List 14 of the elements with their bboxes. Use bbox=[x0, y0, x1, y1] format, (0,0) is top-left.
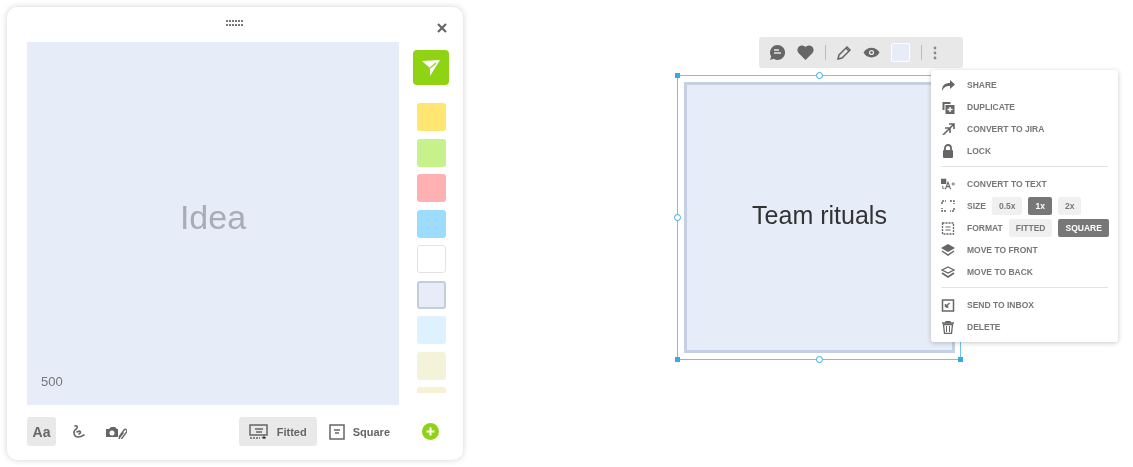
note-text: Team rituals bbox=[752, 200, 887, 230]
size-option[interactable]: 1x bbox=[1028, 197, 1052, 215]
square-button[interactable]: Square bbox=[318, 417, 400, 446]
format-option[interactable]: FITTED bbox=[1008, 219, 1053, 237]
size-option[interactable]: 0.5x bbox=[991, 197, 1023, 215]
fitted-button[interactable]: Fitted bbox=[238, 417, 317, 446]
note-input[interactable]: Idea bbox=[61, 197, 365, 238]
size-option[interactable]: 2x bbox=[1057, 197, 1082, 215]
size-label: SIZE bbox=[967, 201, 986, 211]
format-label: FORMAT bbox=[967, 223, 1003, 233]
note-text-area[interactable]: Idea 500 bbox=[27, 42, 399, 405]
text-style-button[interactable]: Aa bbox=[27, 417, 56, 446]
format-option[interactable]: SQUARE bbox=[1058, 219, 1109, 237]
character-count: 500 bbox=[41, 374, 63, 389]
